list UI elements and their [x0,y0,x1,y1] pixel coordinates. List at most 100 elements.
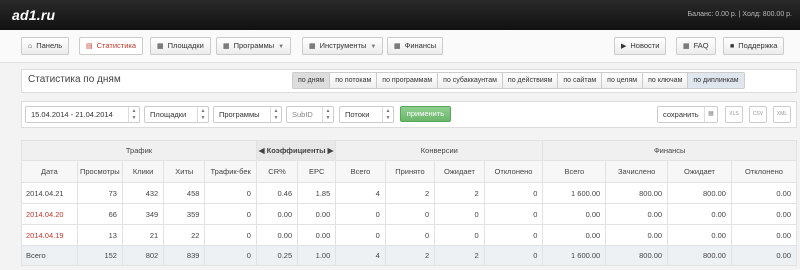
save-button[interactable]: сохранить ▦ [657,106,718,123]
total-cell: 1.00 [297,245,337,266]
total-cell: 0.25 [255,245,299,266]
group-finance: Финансы [542,140,797,161]
streams-select-value: Потоки [345,110,370,119]
column-header[interactable]: CR% [255,160,299,183]
nav-sites-button[interactable]: ▦ Площадки [150,37,211,55]
nav-tools-dropdown[interactable]: ▦ Инструменты ▼ [302,37,384,55]
balance-info: Баланс: 0.00 р. | Холд: 800.00 р. [687,11,792,18]
column-header[interactable]: Отклонено [730,160,798,183]
column-header[interactable]: Просмотры [76,160,123,183]
column-header[interactable]: Трафик-бек [204,160,257,183]
nav-faq-button[interactable]: ▦ FAQ [676,37,716,55]
total-cell: 802 [121,245,165,266]
nav-label: Площадки [167,41,204,50]
group-header-row: Трафик ◀ Коэффициенты ▶ Конверсии Финанс… [21,140,797,161]
table-cell: 0.00 [667,203,732,225]
column-header[interactable]: Ожидает [667,160,732,183]
tab-by-days[interactable]: по дням [293,73,330,88]
table-cell: 359 [163,203,206,225]
date-cell[interactable]: 2014.04.19 [21,224,78,246]
date-cell[interactable]: 2014.04.20 [21,203,78,225]
table-cell: 0 [384,203,436,225]
column-header[interactable]: Всего [335,160,386,183]
total-cell: 800.00 [605,245,669,266]
report-tabs: по дням по потокам по программам по суба… [292,72,745,89]
sites-select[interactable]: Площадки ▲ ▼ [144,106,209,123]
column-header[interactable]: Клики [121,160,165,183]
subid-select[interactable]: SubID ▲ ▼ [286,106,334,123]
column-header-row: Дата Просмотры Клики Хиты Трафик-бек CR% EPC Вс… [21,160,798,183]
tab-by-goals[interactable]: по целям [601,73,643,88]
table-cell: 0.00 [297,224,337,246]
table-cell: 66 [76,203,123,225]
column-header[interactable]: Всего [542,160,607,183]
tab-by-deeplinks[interactable]: по диплинкам [687,73,744,88]
table-cell: 0.00 [730,224,798,246]
column-header[interactable]: Дата [21,160,78,183]
column-header[interactable]: Зачислено [605,160,669,183]
table-cell: 1.85 [297,182,337,204]
group-coefficients[interactable]: ◀ Коэффициенты ▶ [255,140,337,161]
export-csv-button[interactable]: CSV [749,106,767,123]
table-cell: 0.00 [730,203,798,225]
column-header[interactable]: Принято [384,160,436,183]
table-cell: 0 [204,224,257,246]
chevron-down-icon: ▼ [370,44,377,50]
total-cell: 0.00 [730,245,798,266]
chart-icon: ▤ [86,43,93,50]
top-bar: ad1.ru Баланс: 0.00 р. | Холд: 800.00 р. [0,0,800,30]
export-xls-button[interactable]: XLS [725,106,743,123]
table-cell: 0 [483,182,544,204]
list-icon: ▦ [223,43,230,50]
streams-select[interactable]: Потоки ▲ ▼ [339,106,394,123]
updown-arrows-icon: ▲ ▼ [322,107,333,122]
finance-icon: ▦ [394,43,401,50]
column-header[interactable]: EPC [297,160,337,183]
subid-select-value: SubID [292,110,313,119]
table-cell: 0.00 [255,203,299,225]
logo[interactable]: ad1.ru [12,7,55,23]
table-cell: 0 [434,203,485,225]
table-cell: 0 [384,224,436,246]
table-cell: 0 [335,203,386,225]
nav-news-button[interactable]: ▶ Новости [614,37,667,55]
nav-finance-button[interactable]: ▦ Финансы [387,37,444,55]
column-header[interactable]: Ожидает [434,160,485,183]
tab-by-keys[interactable]: по ключам [642,73,688,88]
programs-select[interactable]: Программы ▲ ▼ [213,106,282,123]
chevron-left-icon[interactable]: ◀ [259,146,265,155]
updown-arrows-icon: ▲ ▼ [270,107,281,122]
date-range-field[interactable]: 15.04.2014 - 21.04.2014 ▲ ▼ [25,106,140,123]
table-cell: 1 600.00 [542,182,607,204]
table-cell: 0.00 [667,224,732,246]
tab-by-sites[interactable]: по сайтам [557,73,602,88]
nav-support-button[interactable]: ■ Поддержка [723,37,785,55]
table-cell: 0.00 [730,182,798,204]
table-cell: 2 [384,182,436,204]
nav-panel-button[interactable]: ⌂ Панель [21,37,70,55]
table-cell: 349 [121,203,165,225]
tab-by-programs[interactable]: по программам [376,73,438,88]
column-header[interactable]: Отклонено [483,160,544,183]
tab-by-subaccounts[interactable]: по субаккаунтам [437,73,502,88]
nav-programs-dropdown[interactable]: ▦ Программы ▼ [216,37,292,55]
table-cell: 800.00 [667,182,732,204]
tab-by-actions[interactable]: по действиям [501,73,558,88]
table-cell: 0.46 [255,182,299,204]
apply-button[interactable]: применить [400,106,451,122]
home-icon: ⌂ [28,43,33,50]
table-cell: 800.00 [605,182,669,204]
total-label: Всего [21,245,78,266]
table-cell: 0 [483,224,544,246]
grid-icon: ▦ [157,43,164,50]
tab-by-streams[interactable]: по потокам [329,73,377,88]
nav-stats-button[interactable]: ▤ Статистика [79,37,144,55]
nav-label: Инструменты [319,41,367,50]
export-xml-button[interactable]: XML [773,106,791,123]
table-cell: 4 [335,182,386,204]
column-header[interactable]: Хиты [163,160,206,183]
chevron-right-icon[interactable]: ▶ [328,146,334,155]
date-range-value: 15.04.2014 - 21.04.2014 [31,110,113,119]
table-cell: 0 [434,224,485,246]
table-cell: 2 [434,182,485,204]
